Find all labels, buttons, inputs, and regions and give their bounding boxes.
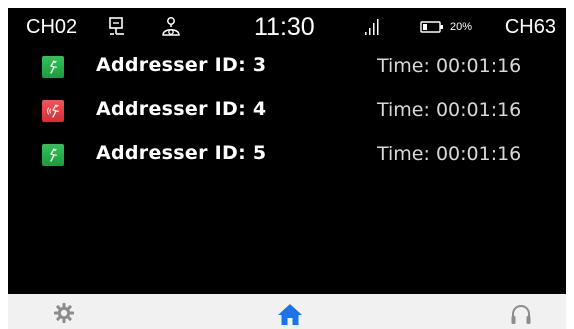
call-time: Time: 00:01:16 [377, 55, 522, 77]
settings-icon [54, 303, 74, 323]
call-icon [42, 144, 64, 166]
headset-icon [511, 305, 531, 324]
channel-left: CH02 [26, 15, 78, 38]
call-row-1[interactable]: Addresser ID: 3 Time: 00:01:16 [8, 54, 566, 100]
status-bar: CH02 11:30 20% CH63 [8, 8, 566, 46]
call-icon [42, 56, 64, 78]
channel-right: CH63 [504, 15, 556, 38]
addresser-label: Addresser ID: 5 [96, 142, 267, 164]
home-icon [278, 304, 302, 325]
signal-icon [364, 8, 380, 46]
addresser-label: Addresser ID: 3 [96, 54, 267, 76]
headset-button[interactable] [501, 302, 541, 329]
clock: 11:30 [254, 12, 315, 41]
settings-button[interactable] [44, 302, 84, 329]
call-row-3[interactable]: Addresser ID: 5 Time: 00:01:16 [8, 142, 566, 188]
addresser-label: Addresser ID: 4 [96, 98, 267, 120]
battery-indicator: 20% [420, 8, 472, 46]
call-row-2[interactable]: Addresser ID: 4 Time: 00:01:16 [8, 98, 566, 144]
battery-icon [420, 21, 443, 33]
mic-icon [160, 8, 182, 46]
call-list: Addresser ID: 3 Time: 00:01:16 Addresser… [8, 54, 566, 188]
home-button[interactable] [270, 302, 310, 329]
ringing-call-icon [42, 100, 64, 122]
device-screen: CH02 11:30 20% CH63 Addresser ID: 3 Time… [8, 8, 566, 329]
call-time: Time: 00:01:16 [377, 143, 522, 165]
battery-percent: 20% [450, 21, 473, 33]
call-time: Time: 00:01:16 [377, 99, 522, 121]
network-icon [108, 8, 126, 46]
bottom-nav [8, 294, 566, 329]
